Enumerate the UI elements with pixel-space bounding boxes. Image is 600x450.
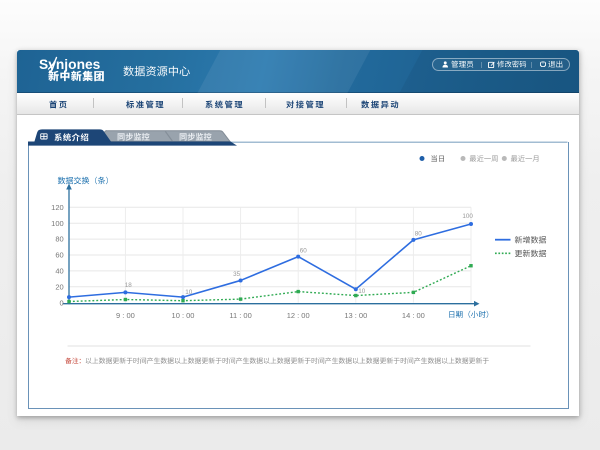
svg-text:80: 80 (414, 231, 422, 238)
svg-text:20: 20 (55, 282, 63, 291)
svg-text:40: 40 (55, 267, 63, 276)
svg-text:80: 80 (55, 235, 63, 244)
svg-text:10: 10 (185, 289, 193, 296)
svg-text:9 : 00: 9 : 00 (116, 311, 135, 320)
svg-text:0: 0 (59, 298, 63, 307)
svg-text:12 : 00: 12 : 00 (286, 311, 309, 320)
svg-text:11 : 00: 11 : 00 (229, 311, 251, 320)
svg-text:60: 60 (299, 248, 307, 255)
svg-text:13 : 00: 13 : 00 (344, 311, 367, 320)
svg-text:10: 10 (358, 288, 366, 295)
svg-text:10 : 00: 10 : 00 (171, 311, 194, 320)
svg-text:100: 100 (462, 213, 473, 220)
svg-text:100: 100 (51, 219, 64, 228)
svg-text:60: 60 (55, 251, 63, 260)
svg-text:120: 120 (51, 203, 64, 212)
svg-text:14 : 00: 14 : 00 (401, 311, 424, 320)
svg-text:18: 18 (124, 282, 132, 289)
svg-text:35: 35 (233, 271, 241, 278)
